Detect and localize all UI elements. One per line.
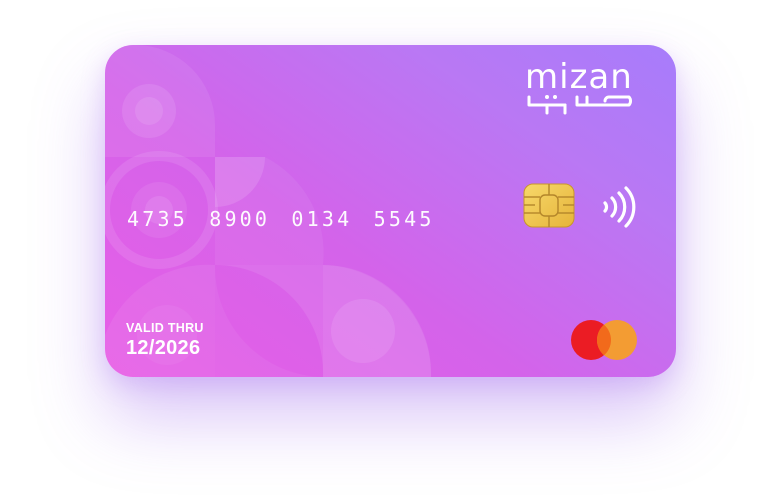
card-number: 4735 8900 0134 5545: [127, 207, 435, 231]
contactless-icon: [603, 186, 636, 228]
arabic-brand-mark-icon: [527, 95, 632, 115]
mastercard-logo-icon: [571, 320, 637, 360]
mizan-logo: mizan: [525, 57, 641, 117]
screen: mizan 4735 8900 0134 5545 VALID THRU 12/…: [0, 0, 761, 496]
payment-card: mizan 4735 8900 0134 5545 VALID THRU 12/…: [105, 45, 676, 377]
emv-chip-icon: [523, 183, 575, 228]
valid-thru-label: VALID THRU: [126, 321, 204, 335]
valid-thru-value: 12/2026: [126, 337, 201, 359]
brand-name: mizan: [525, 57, 633, 97]
